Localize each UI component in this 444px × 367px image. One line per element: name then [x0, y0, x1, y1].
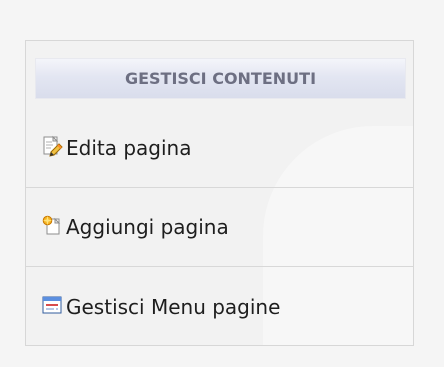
menu-item-add-page[interactable]: Aggiungi pagina	[26, 188, 413, 267]
edit-page-icon	[41, 135, 63, 157]
menu-label-add-page: Aggiungi pagina	[66, 215, 229, 239]
menu-item-edit-page[interactable]: Edita pagina	[26, 109, 413, 188]
menu-page-icon	[41, 294, 63, 316]
panel-title: GESTISCI CONTENUTI	[124, 69, 317, 88]
menu-label-edit-page: Edita pagina	[66, 136, 192, 160]
manage-content-panel: GESTISCI CONTENUTI Edita pagina Aggiungi…	[25, 40, 414, 346]
add-page-icon	[41, 214, 63, 236]
content-menu: Edita pagina Aggiungi pagina Gestisci Me…	[26, 109, 413, 345]
menu-item-manage-menu-pages[interactable]: Gestisci Menu pagine	[26, 267, 413, 345]
page: GESTISCI CONTENUTI Edita pagina Aggiungi…	[0, 0, 444, 367]
menu-label-manage-menu-pages: Gestisci Menu pagine	[66, 294, 281, 319]
panel-header: GESTISCI CONTENUTI	[35, 58, 406, 99]
